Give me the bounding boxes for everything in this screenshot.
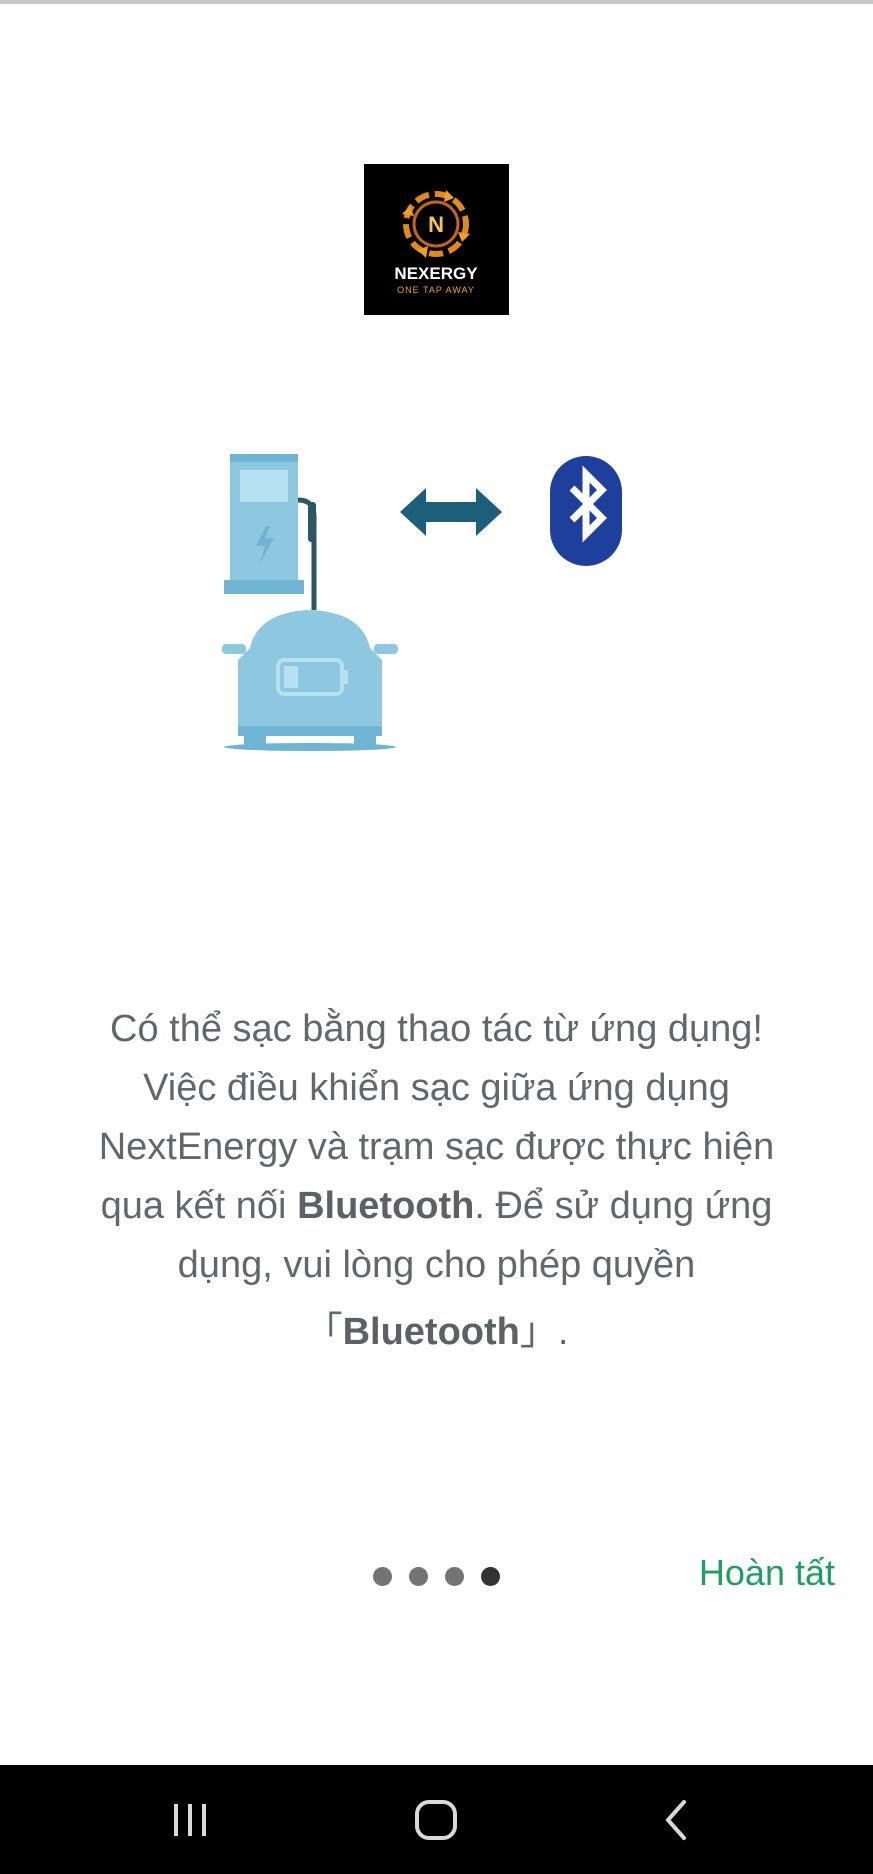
home-icon [415,1799,457,1840]
page-dot-3 [445,1567,464,1586]
status-bar-edge [0,0,873,4]
bluetooth-icon [550,456,622,566]
ev-charger-icon [224,454,317,610]
car-battery-icon [222,610,398,751]
recent-apps-button[interactable] [130,1765,250,1874]
bluetooth-permission-term: Bluetooth [342,1311,520,1353]
page-dot-1 [373,1567,392,1586]
logo-tagline: ONE TAP AWAY [397,285,475,295]
permission-description: Có thể sạc bằng thao tác từ ứng dụng! Vi… [40,1000,833,1362]
double-arrow-icon [400,488,502,536]
logo-brand: NEXERGY [394,264,478,283]
bluetooth-charging-illustration [210,440,650,760]
bracket-close: 」. [519,1311,569,1353]
done-button[interactable]: Hoàn tất [699,1552,835,1594]
description-line-4-post: . Để sử dụng ứng [474,1185,773,1227]
page-dot-4 [481,1567,500,1586]
description-line-1: Có thể sạc bằng thao tác từ ứng dụng! [110,1008,763,1050]
logo-monogram: N [428,212,444,237]
description-line-6: 「Bluetooth」. [40,1303,833,1362]
description-line-4-pre: qua kết nối [100,1185,298,1227]
description-line-5: dụng, vui lòng cho phép quyền [177,1244,696,1286]
description-line-2: Việc điều khiển sạc giữa ứng dụng [143,1067,730,1109]
description-line-4: qua kết nối Bluetooth. Để sử dụng ứng [40,1177,833,1236]
recent-apps-icon [174,1803,206,1836]
onboarding-screen: N NEXERGY ONE TAP AWAY Có thể sạc bằng t… [0,0,873,1874]
system-navigation-bar [0,1765,873,1874]
page-indicator [373,1567,500,1587]
page-dot-2 [409,1567,428,1586]
description-line-3: NextEnergy và trạm sạc được thực hiện [98,1126,775,1168]
back-icon [665,1799,686,1840]
bluetooth-term: Bluetooth [297,1185,475,1227]
home-button[interactable] [376,1765,496,1874]
back-button[interactable] [618,1765,738,1874]
bracket-open: 「 [304,1311,343,1353]
nexergy-logo: N NEXERGY ONE TAP AWAY [364,164,509,315]
